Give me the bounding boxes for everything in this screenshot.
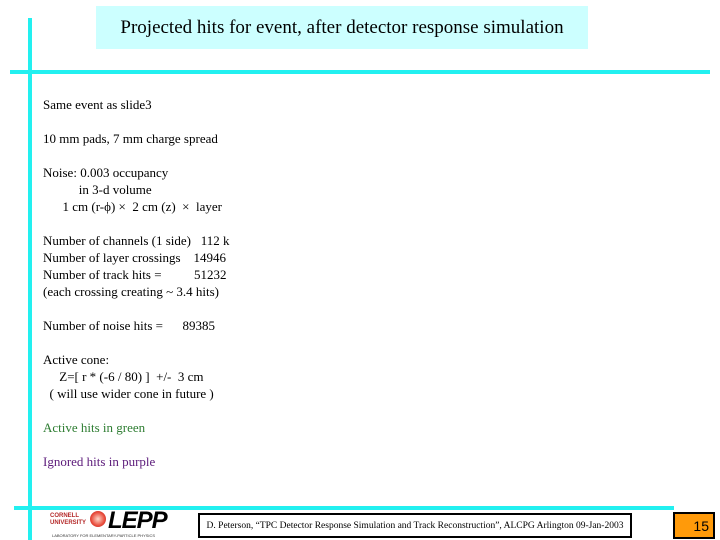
lepp-tagline: LABORATORY FOR ELEMENTARY-PARTICLE PHYSI… (52, 533, 156, 538)
body-line-noise-occupancy: Noise: 0.003 occupancy (43, 165, 169, 180)
body-line-pads: 10 mm pads, 7 mm charge spread (43, 131, 218, 146)
page-number: 15 (693, 517, 709, 534)
body-line-ignored-hits: Ignored hits in purple (43, 454, 156, 469)
slide-title: Projected hits for event, after detector… (120, 16, 564, 38)
body-line-each-crossing: (each crossing creating ~ 3.4 hits) (43, 284, 219, 299)
body-line-cone-formula: Z=[ r * (-6 / 80) ] +/- 3 cm (43, 369, 204, 384)
cornell-wordmark: CORNELL UNIVERSITY (50, 513, 86, 527)
footer-citation-box: D. Peterson, “TPC Detector Response Simu… (198, 513, 632, 538)
page-number-box: 15 (673, 512, 715, 539)
accent-horizontal-line-top (10, 70, 710, 74)
body-line-crossings: Number of layer crossings 14946 (43, 250, 227, 265)
cornell-wordmark-line1: CORNELL (50, 513, 79, 519)
cornell-wordmark-line2: UNIVERSITY (50, 520, 87, 526)
footer-citation: D. Peterson, “TPC Detector Response Simu… (206, 520, 624, 531)
slide-title-box: Projected hits for event, after detector… (96, 6, 588, 49)
body-line-track-hits: Number of track hits = 51232 (43, 267, 227, 282)
body-line-channels: Number of channels (1 side) 112 k (43, 233, 230, 248)
body-line-event: Same event as slide3 (43, 97, 152, 112)
body-line-noise-hits: Number of noise hits = 89385 (43, 318, 215, 333)
slide-body: Same event as slide3 10 mm pads, 7 mm ch… (43, 96, 230, 470)
body-line-noise-cell: 1 cm (r-ϕ) × 2 cm (z) × layer (43, 199, 223, 214)
cornell-emblem-icon (90, 511, 106, 527)
lepp-wordmark: LEPP (108, 507, 168, 534)
accent-vertical-line (28, 18, 32, 540)
body-line-noise-volume: in 3-d volume (43, 182, 152, 197)
lepp-logo: CORNELL UNIVERSITY LEPP LABORATORY FOR E… (48, 507, 178, 540)
body-line-active-hits: Active hits in green (43, 420, 146, 435)
body-line-cone-heading: Active cone: (43, 352, 110, 367)
body-line-cone-note: ( will use wider cone in future ) (43, 386, 214, 401)
